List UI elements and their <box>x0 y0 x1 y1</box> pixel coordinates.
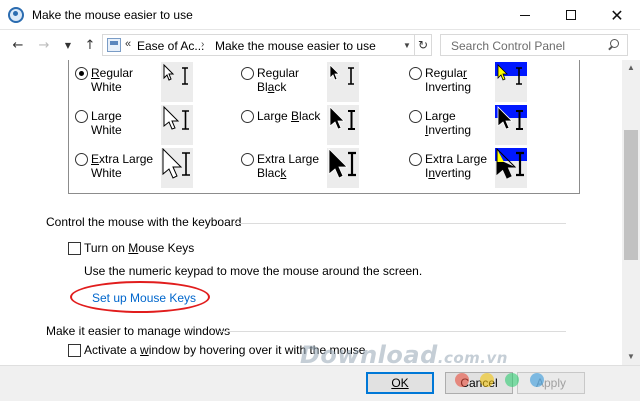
up-arrow-icon: ↑ <box>84 37 96 53</box>
cursor-preview-icon <box>327 62 359 102</box>
hover-activate-checkbox[interactable] <box>68 344 81 357</box>
dialog-footer: OK Cancel Apply <box>0 365 640 401</box>
section-title-windows: Make it easier to manage windows <box>46 324 231 338</box>
watermark-dot-icon <box>530 373 544 387</box>
search-icon[interactable] <box>607 39 619 51</box>
forward-arrow-icon: → <box>38 37 50 53</box>
cursor-preview-icon <box>495 148 527 188</box>
breadcrumb-ease-of-access[interactable]: Ease of Ac... <box>137 39 204 53</box>
search-box[interactable]: Search Control Panel <box>440 34 628 56</box>
refresh-button[interactable]: ↻ <box>414 35 431 55</box>
section-divider <box>220 331 566 332</box>
cursor-preview-icon <box>495 105 527 145</box>
chevron-down-icon: ▼ <box>64 40 72 50</box>
minimize-icon <box>520 15 530 16</box>
watermark-dot-icon <box>505 373 519 387</box>
back-arrow-icon: ← <box>12 37 24 53</box>
forward-button[interactable]: → <box>34 34 54 56</box>
breadcrumb-overflow[interactable]: « <box>125 38 131 50</box>
watermark-suffix: .com.vn <box>437 349 508 367</box>
back-button[interactable]: ← <box>8 34 28 56</box>
scroll-down-icon[interactable]: ▼ <box>622 349 640 365</box>
mouse-keys-description: Use the numeric keypad to move the mouse… <box>84 264 423 278</box>
scheme-label: Regular Black <box>257 66 300 94</box>
section-title-mouse-keys: Control the mouse with the keyboard <box>46 215 242 229</box>
section-divider <box>234 223 566 224</box>
recent-locations-button[interactable]: ▼ <box>58 34 78 56</box>
main-content: Regular White Regular Black Regular Invert… <box>0 60 622 365</box>
scheme-radio[interactable] <box>241 67 254 80</box>
watermark-main: Download <box>300 341 438 369</box>
scheme-radio[interactable] <box>75 67 88 80</box>
maximize-icon <box>566 10 576 20</box>
breadcrumb-separator[interactable]: › <box>201 39 204 50</box>
ease-of-access-icon <box>8 7 24 23</box>
scheme-label: Regular Inverting <box>425 66 472 94</box>
cursor-preview-icon <box>327 105 359 145</box>
address-bar[interactable]: « Ease of Ac... › Make the mouse easier … <box>102 34 432 56</box>
apply-button[interactable]: Apply <box>517 372 585 394</box>
control-panel-icon <box>107 38 121 52</box>
up-button[interactable]: ↑ <box>80 34 100 56</box>
scheme-radio[interactable] <box>409 110 422 123</box>
navigation-bar: ← → ▼ ↑ « Ease of Ac... › Make the mouse… <box>0 30 640 60</box>
refresh-icon: ↻ <box>417 38 429 52</box>
ok-button[interactable]: OK <box>366 372 434 394</box>
scheme-radio[interactable] <box>75 153 88 166</box>
cursor-preview-icon <box>495 62 527 102</box>
maximize-button[interactable] <box>548 0 594 30</box>
vertical-scrollbar[interactable]: ▲ ▼ <box>622 60 640 365</box>
cursor-preview-icon <box>161 62 193 102</box>
scheme-label: Large Inverting <box>425 109 472 137</box>
mouse-keys-label[interactable]: Turn on Mouse Keys <box>84 241 194 255</box>
scheme-radio[interactable] <box>409 67 422 80</box>
cursor-scheme-group: Regular White Regular Black Regular Invert… <box>68 60 580 194</box>
address-dropdown-icon[interactable]: ▼ <box>401 41 413 50</box>
scheme-label: Extra Large Inverting <box>425 152 488 180</box>
cursor-preview-icon <box>161 105 193 145</box>
scheme-radio[interactable] <box>409 153 422 166</box>
download-watermark: Download.com.vn <box>300 341 508 369</box>
scheme-radio[interactable] <box>241 110 254 123</box>
minimize-button[interactable] <box>502 0 548 30</box>
scrollbar-thumb[interactable] <box>624 130 638 260</box>
scroll-up-icon[interactable]: ▲ <box>622 60 640 76</box>
annotation-ellipse <box>70 281 210 313</box>
scheme-label: Large Black <box>257 109 321 123</box>
mouse-keys-checkbox[interactable] <box>68 242 81 255</box>
scheme-label: Regular White <box>91 66 134 94</box>
window-title: Make the mouse easier to use <box>32 8 193 22</box>
search-input[interactable]: Search Control Panel <box>451 39 565 53</box>
close-button[interactable]: ✕ <box>594 0 640 30</box>
cursor-preview-icon <box>161 148 193 188</box>
scheme-label: Large White <box>91 109 122 137</box>
watermark-dot-icon <box>455 373 469 387</box>
title-bar: Make the mouse easier to use ✕ <box>0 0 640 30</box>
watermark-dot-icon <box>480 373 494 387</box>
breadcrumb-current[interactable]: Make the mouse easier to use <box>215 39 376 53</box>
scheme-radio[interactable] <box>75 110 88 123</box>
scheme-label: Extra Large Black <box>257 152 320 180</box>
cursor-preview-icon <box>327 148 359 188</box>
scheme-radio[interactable] <box>241 153 254 166</box>
close-icon: ✕ <box>610 5 624 25</box>
ok-label: OK <box>391 376 409 390</box>
scheme-label: Extra Large White <box>91 152 154 180</box>
